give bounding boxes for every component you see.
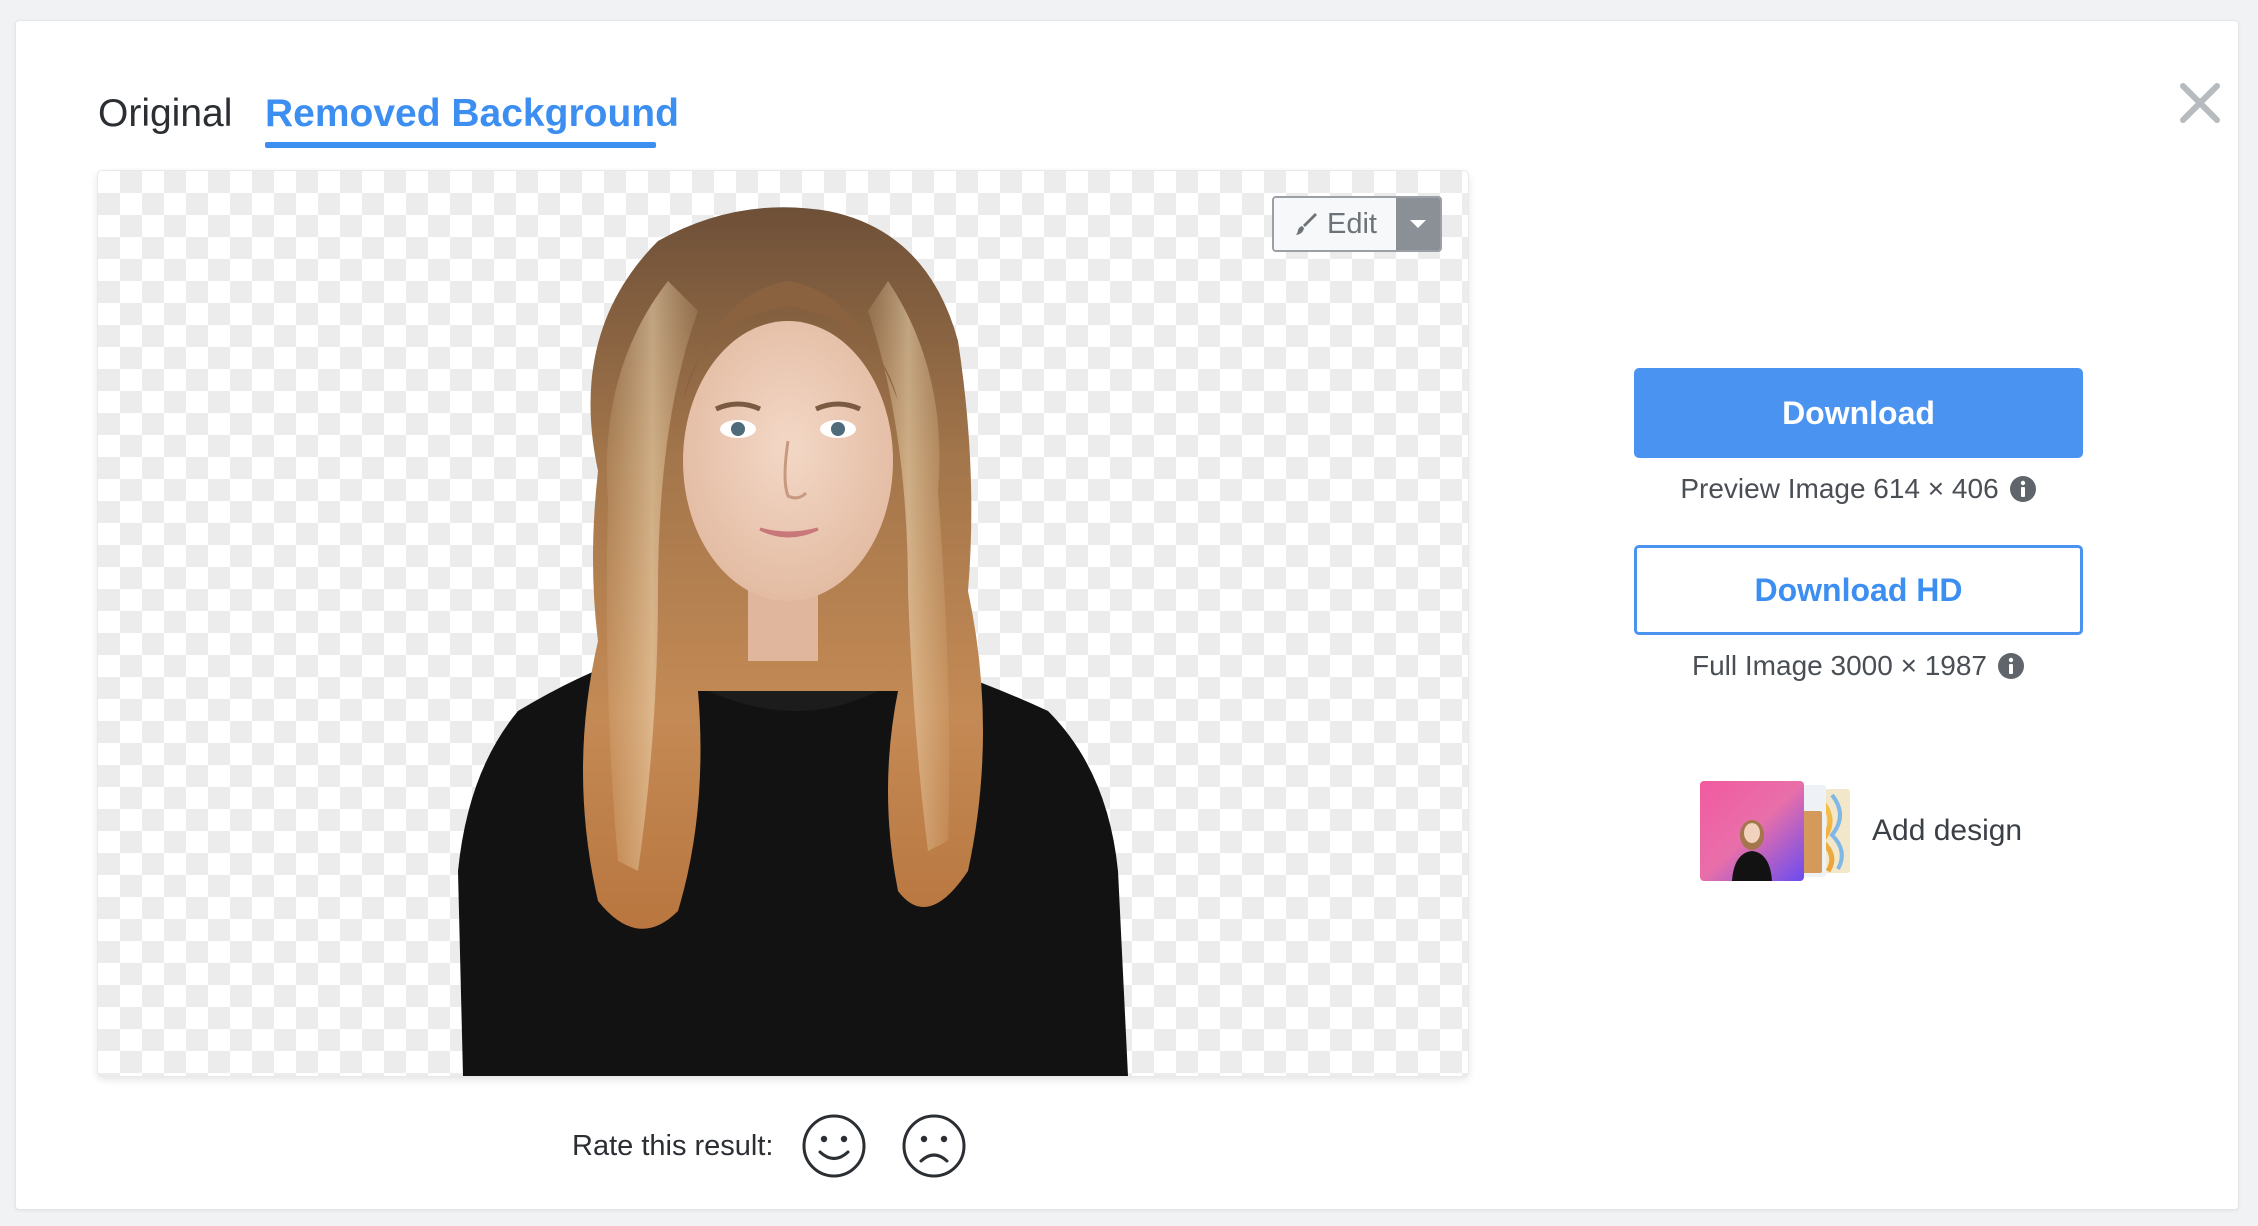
edit-button-label: Edit (1327, 207, 1377, 240)
full-size-text: Full Image 3000 × 1987 (1692, 650, 1987, 681)
close-icon (2180, 83, 2220, 123)
tab-original[interactable]: Original (98, 89, 232, 139)
tab-removed-background[interactable]: Removed Background (265, 89, 679, 139)
frown-icon[interactable] (901, 1113, 967, 1179)
info-icon[interactable] (2009, 475, 2037, 503)
design-thumbnails-icon (1700, 781, 1850, 881)
add-design-button[interactable]: Add design (1698, 781, 2022, 881)
close-button[interactable] (2174, 77, 2226, 129)
info-icon[interactable] (1997, 652, 2025, 680)
download-button[interactable]: Download (1634, 368, 2083, 458)
result-preview: Edit (98, 171, 1468, 1076)
smiley-icon[interactable] (801, 1113, 867, 1179)
cutout-person-image (458, 207, 1128, 1076)
result-card: Original Removed Background Edit Rate th… (15, 20, 2239, 1210)
download-hd-button[interactable]: Download HD (1634, 545, 2083, 635)
preview-size-note: Preview Image 614 × 406 (1634, 469, 2083, 509)
chevron-down-icon (1410, 220, 1426, 228)
edit-dropdown-button[interactable] (1396, 198, 1440, 250)
active-tab-indicator (265, 142, 656, 148)
add-design-label: Add design (1872, 814, 2023, 847)
brush-icon (1296, 213, 1317, 235)
rating-row: Rate this result: (572, 1111, 1001, 1181)
edit-button-group: Edit (1272, 196, 1442, 252)
rating-label: Rate this result: (572, 1129, 774, 1162)
edit-button[interactable]: Edit (1274, 198, 1396, 250)
full-size-note: Full Image 3000 × 1987 (1634, 646, 2083, 686)
preview-size-text: Preview Image 614 × 406 (1680, 473, 1999, 504)
